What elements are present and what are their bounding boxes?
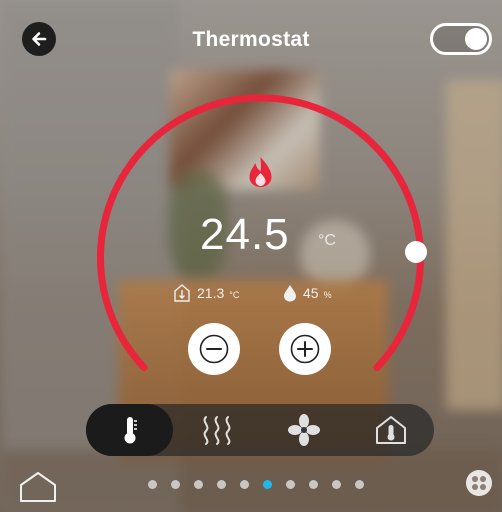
page-dot[interactable] <box>171 480 180 489</box>
page-indicator <box>148 480 364 490</box>
setpoint-unit: °C <box>318 232 336 249</box>
setpoint-value: 24.5 <box>200 210 290 259</box>
mode-home[interactable] <box>347 404 434 456</box>
humidity-unit: % <box>323 290 332 300</box>
mode-thermometer[interactable] <box>86 404 173 456</box>
page-dot[interactable] <box>309 480 318 489</box>
decrease-button[interactable] <box>188 323 240 375</box>
indoor-temp-unit: °C <box>229 290 240 300</box>
increase-button[interactable] <box>279 323 331 375</box>
fan-icon <box>287 414 320 446</box>
grid-dots-icon <box>472 476 486 490</box>
indoor-temp-icon <box>174 284 190 302</box>
indoor-temp-value: 21.3 <box>197 285 225 301</box>
page-dot[interactable] <box>240 480 249 489</box>
apps-button[interactable] <box>466 470 492 496</box>
droplet-icon <box>284 285 296 302</box>
humidity-value: 45 <box>303 285 319 301</box>
page-dot[interactable] <box>332 480 341 489</box>
humidity-reading: 45% <box>282 283 332 303</box>
page-dot-active[interactable] <box>263 480 272 489</box>
indoor-temp-reading: 21.3 °C <box>172 283 239 303</box>
page-dot[interactable] <box>355 480 364 489</box>
minus-icon <box>199 334 229 364</box>
setpoint-display: 24.5 °C <box>200 210 340 260</box>
mode-bar <box>86 404 434 456</box>
page-dot[interactable] <box>217 480 226 489</box>
mode-fan[interactable] <box>260 404 347 456</box>
flame-icon <box>249 157 272 187</box>
home-icon <box>20 472 56 502</box>
mode-heating[interactable] <box>173 404 260 456</box>
home-thermostat-icon <box>375 416 406 444</box>
page-dot[interactable] <box>148 480 157 489</box>
page-dot[interactable] <box>286 480 295 489</box>
home-button[interactable] <box>18 470 58 509</box>
page-dot[interactable] <box>194 480 203 489</box>
thermostat-screen: Thermostat 24.5 °C 21.3 °C 45% <box>0 0 502 512</box>
dial-handle[interactable] <box>405 241 427 263</box>
thermometer-icon <box>124 417 137 444</box>
plus-icon <box>290 334 320 364</box>
heat-waves-icon <box>203 416 230 445</box>
